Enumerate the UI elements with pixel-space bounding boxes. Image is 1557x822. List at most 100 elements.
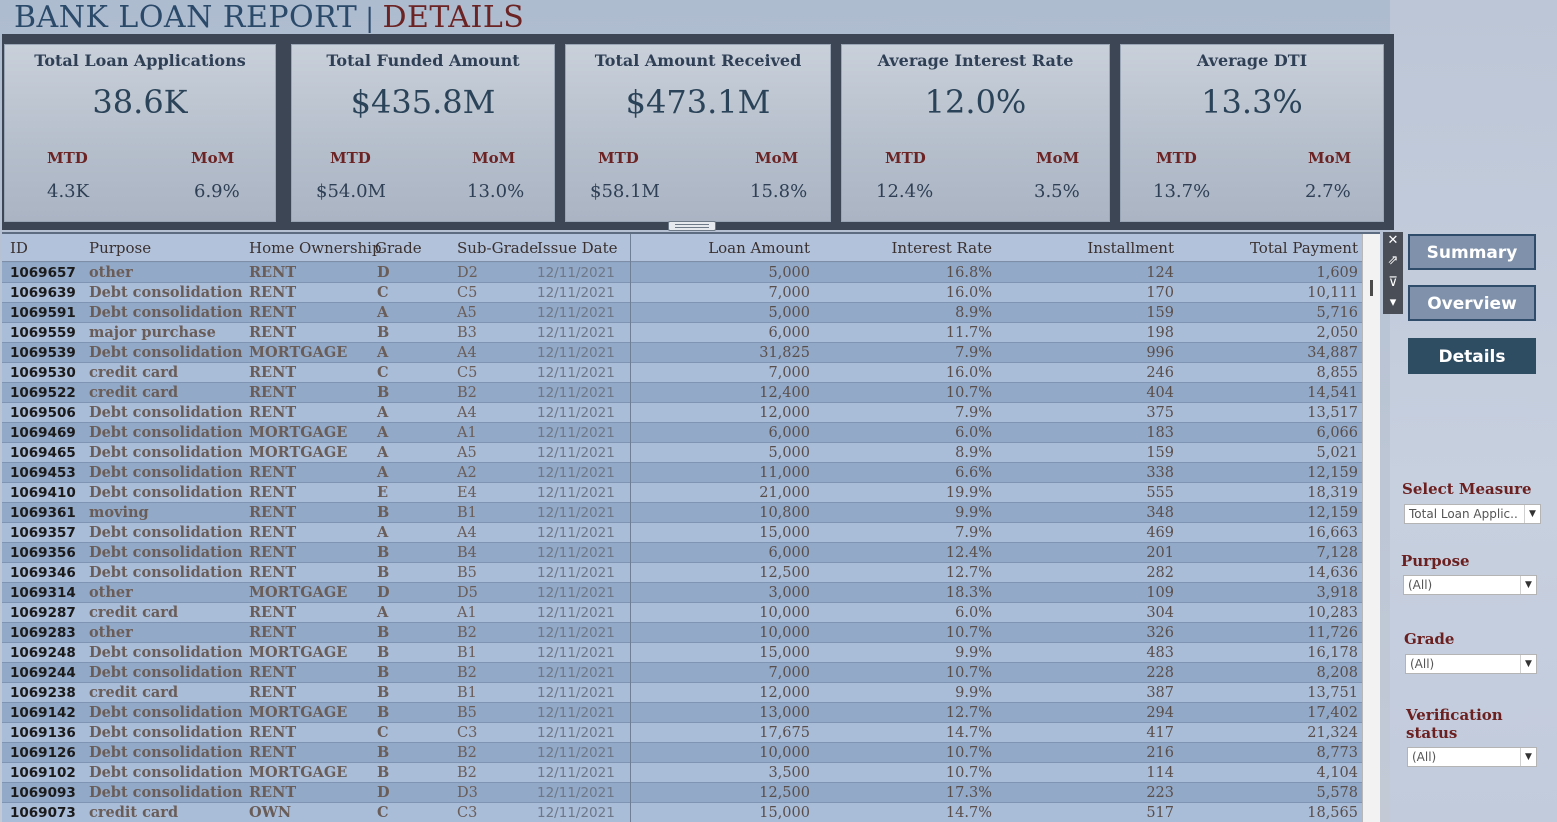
table-row[interactable]: 1069136 Debt consolidation RENT C C3 12/11/20…	[2, 723, 1362, 743]
filter-icon[interactable]: ⊽	[1383, 274, 1403, 292]
table-row[interactable]: 1069283 other RENT B B2 12/11/2021 10,000 10.7%…	[2, 623, 1362, 643]
col-header-loan-amount[interactable]: Loan Amount	[708, 239, 810, 257]
kpi-title: Average Interest Rate	[877, 51, 1074, 70]
col-header-interest-rate[interactable]: Interest Rate	[891, 239, 992, 257]
table-row[interactable]: 1069244 Debt consolidation RENT B B2 12/11/20…	[2, 663, 1362, 683]
cell-sub-grade: B2	[457, 745, 477, 761]
cell-grade: B	[377, 664, 390, 681]
chevron-down-icon[interactable]: ▼	[1520, 748, 1536, 766]
cell-total-payment: 7,128	[1316, 545, 1358, 561]
cell-interest-rate: 8.9%	[955, 445, 992, 461]
table-row[interactable]: 1069506 Debt consolidation RENT A A4 12/11/20…	[2, 403, 1362, 423]
table-row[interactable]: 1069410 Debt consolidation RENT E E4 12/11/20…	[2, 483, 1362, 503]
cell-purpose: Debt consolidation	[89, 444, 243, 461]
table-row[interactable]: 1069314 other MORTGAGE D D5 12/11/2021 3,000 18…	[2, 583, 1362, 603]
cell-purpose: Debt consolidation	[89, 524, 243, 541]
verification-status-dropdown[interactable]: (All) ▼	[1407, 747, 1537, 767]
cell-home-ownership: RENT	[249, 664, 297, 681]
scrollbar-thumb[interactable]	[1370, 280, 1373, 296]
table-row[interactable]: 1069559 major purchase RENT B B3 12/11/2021 6,…	[2, 323, 1362, 343]
resize-handle[interactable]	[668, 221, 716, 231]
col-header-grade[interactable]: Grade	[375, 239, 422, 257]
details-button[interactable]: Details	[1408, 338, 1536, 374]
vertical-scrollbar[interactable]	[1362, 234, 1380, 822]
cell-installment: 114	[1146, 765, 1174, 781]
table-row[interactable]: 1069357 Debt consolidation RENT A A4 12/11/20…	[2, 523, 1362, 543]
summary-button[interactable]: Summary	[1408, 234, 1536, 270]
cell-grade: B	[377, 684, 390, 701]
table-row[interactable]: 1069126 Debt consolidation RENT B B2 12/11/20…	[2, 743, 1362, 763]
cell-loan-amount: 7,000	[768, 285, 810, 301]
cell-issue-date: 12/11/2021	[537, 605, 615, 621]
chevron-down-icon[interactable]: ▼	[1520, 576, 1536, 594]
cell-grade: A	[377, 344, 389, 361]
table-row[interactable]: 1069248 Debt consolidation MORTGAGE B B1 12/1…	[2, 643, 1362, 663]
cell-grade: C	[377, 284, 389, 301]
table-row[interactable]: 1069238 credit card RENT B B1 12/11/2021 12,00…	[2, 683, 1362, 703]
cell-purpose: credit card	[89, 604, 179, 621]
table-row[interactable]: 1069465 Debt consolidation MORTGAGE A A5 12/1…	[2, 443, 1362, 463]
chevron-down-icon[interactable]: ▼	[1520, 655, 1536, 673]
table-row[interactable]: 1069287 credit card RENT A A1 12/11/2021 10,00…	[2, 603, 1362, 623]
table-row[interactable]: 1069591 Debt consolidation RENT A A5 12/11/20…	[2, 303, 1362, 323]
cell-loan-amount: 7,000	[768, 365, 810, 381]
col-header-id[interactable]: ID	[10, 239, 28, 257]
cell-installment: 348	[1146, 505, 1174, 521]
cell-grade: D	[377, 584, 390, 601]
purpose-filter-label: Purpose	[1401, 552, 1470, 570]
cell-total-payment: 12,159	[1307, 465, 1358, 481]
table-row[interactable]: 1069539 Debt consolidation MORTGAGE A A4 12/1…	[2, 343, 1362, 363]
cell-purpose: Debt consolidation	[89, 404, 243, 421]
table-row[interactable]: 1069346 Debt consolidation RENT B B5 12/11/20…	[2, 563, 1362, 583]
popout-icon[interactable]: ⇗	[1383, 252, 1403, 270]
col-header-purpose[interactable]: Purpose	[89, 239, 151, 257]
kpi-mom-value: 15.8%	[750, 181, 808, 202]
table-row[interactable]: 1069102 Debt consolidation MORTGAGE B B2 12/1…	[2, 763, 1362, 783]
cell-id: 1069465	[10, 445, 76, 461]
cell-home-ownership: RENT	[249, 304, 297, 321]
table-row[interactable]: 1069093 Debt consolidation RENT D D3 12/11/20…	[2, 783, 1362, 803]
table-row[interactable]: 1069356 Debt consolidation RENT B B4 12/11/20…	[2, 543, 1362, 563]
cell-installment: 338	[1146, 465, 1174, 481]
col-header-issue-date[interactable]: Issue Date	[537, 239, 618, 257]
table-row[interactable]: 1069073 credit card OWN C C3 12/11/2021 15,000…	[2, 803, 1362, 822]
table-row[interactable]: 1069530 credit card RENT C C5 12/11/2021 7,000…	[2, 363, 1362, 383]
cell-sub-grade: C5	[457, 365, 478, 381]
table-row[interactable]: 1069639 Debt consolidation RENT C C5 12/11/20…	[2, 283, 1362, 303]
cell-loan-amount: 6,000	[768, 325, 810, 341]
close-icon[interactable]: ✕	[1383, 232, 1403, 250]
cell-total-payment: 2,050	[1316, 325, 1358, 341]
col-header-total-payment[interactable]: Total Payment	[1250, 239, 1358, 257]
cell-purpose: Debt consolidation	[89, 344, 243, 361]
cell-issue-date: 12/11/2021	[537, 745, 615, 761]
cell-home-ownership: RENT	[249, 484, 297, 501]
table-row[interactable]: 1069469 Debt consolidation MORTGAGE A A1 12/1…	[2, 423, 1362, 443]
cell-grade: C	[377, 804, 389, 821]
cell-installment: 170	[1146, 285, 1174, 301]
cell-sub-grade: A4	[457, 345, 477, 361]
table-row[interactable]: 1069657 other RENT D D2 12/11/2021 5,000 16.8% 1…	[2, 263, 1362, 283]
col-header-home-ownership[interactable]: Home Ownership	[249, 239, 382, 257]
cell-home-ownership: RENT	[249, 604, 297, 621]
cell-grade: B	[377, 384, 390, 401]
select-measure-dropdown[interactable]: Total Loan Applic.. ▼	[1404, 504, 1541, 524]
overview-button[interactable]: Overview	[1408, 285, 1536, 321]
table-row[interactable]: 1069453 Debt consolidation RENT A A2 12/11/20…	[2, 463, 1362, 483]
table-row[interactable]: 1069361 moving RENT B B1 12/11/2021 10,800 9.9%…	[2, 503, 1362, 523]
cell-home-ownership: RENT	[249, 524, 297, 541]
chevron-down-icon[interactable]: ▼	[1524, 505, 1540, 523]
cell-grade: E	[377, 484, 389, 501]
col-header-installment[interactable]: Installment	[1087, 239, 1174, 257]
cell-id: 1069410	[10, 485, 76, 501]
purpose-filter-dropdown[interactable]: (All) ▼	[1403, 575, 1537, 595]
table-row[interactable]: 1069522 credit card RENT B B2 12/11/2021 12,40…	[2, 383, 1362, 403]
cell-issue-date: 12/11/2021	[537, 345, 615, 361]
cell-total-payment: 4,104	[1316, 765, 1358, 781]
more-options-icon[interactable]: ▾	[1383, 294, 1403, 312]
cell-id: 1069102	[10, 765, 76, 781]
cell-grade: B	[377, 644, 390, 661]
grade-filter-dropdown[interactable]: (All) ▼	[1405, 654, 1537, 674]
table-row[interactable]: 1069142 Debt consolidation MORTGAGE B B5 12/1…	[2, 703, 1362, 723]
cell-loan-amount: 21,000	[759, 485, 810, 501]
col-header-sub-grade[interactable]: Sub-Grade	[457, 239, 538, 257]
